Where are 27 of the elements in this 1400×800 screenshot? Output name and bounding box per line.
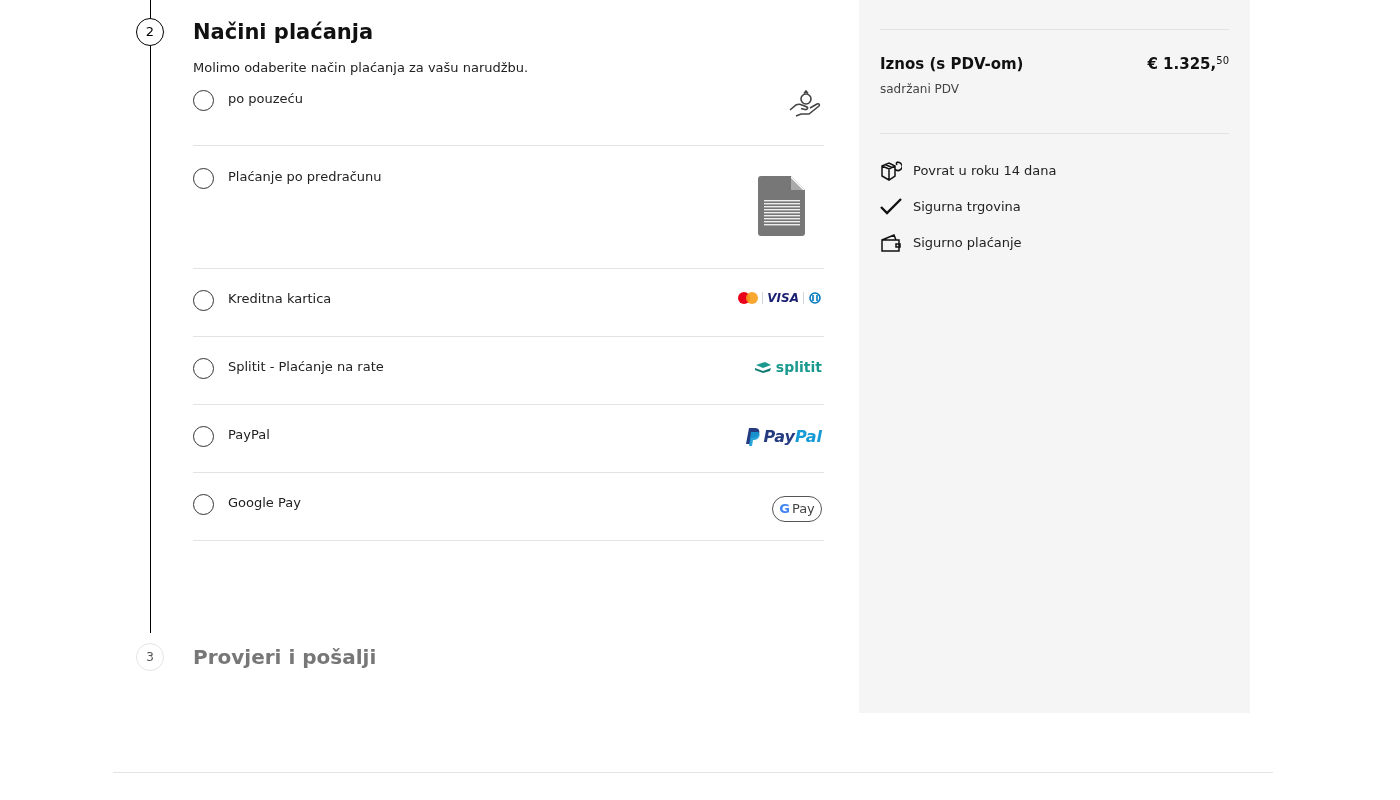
feature-text: Sigurno plaćanje [913,233,1022,252]
total-label: Iznos (s PDV-om) [880,54,1024,75]
splitit-mark-icon [753,360,772,373]
diners-icon [808,291,822,304]
document-icon [758,175,806,236]
checkmark-icon [880,197,902,216]
payment-method-label[interactable]: Google Pay [228,493,301,512]
step-title: Načini plaćanja [193,19,375,46]
box-return-icon [880,159,902,182]
step-intro: Molimo odaberite način plaćanja za vašu narudžbu. [193,59,530,77]
hand-coin-icon [788,89,822,120]
feature-text: Povrat u roku 14 dana [913,161,1057,180]
total-price: € 1.325,$^{50}$ [1147,54,1229,75]
payment-method-label[interactable]: Plaćanje po predračunu [228,167,382,186]
vat-note: sadržani PDV [880,80,961,98]
payment-method-label[interactable]: po pouzeću [228,89,303,108]
payment-method-label[interactable]: Kreditna kartica [228,289,332,308]
paypal-logo-text: PayPal [763,428,822,445]
step-title: Provjeri i pošalji [193,643,378,671]
wallet-icon [880,232,902,253]
card-circles-icon [738,291,759,304]
payment-method-label[interactable]: Splitit - Plaćanje na rate [228,357,384,376]
payment-method-label[interactable]: PayPal [228,425,270,444]
splitit-logo-text: splitit [775,359,822,374]
paypal-mark-icon [745,427,760,446]
card-logo-text: VISA [767,291,799,304]
feature-text: Sigurna trgovina [913,197,1021,216]
